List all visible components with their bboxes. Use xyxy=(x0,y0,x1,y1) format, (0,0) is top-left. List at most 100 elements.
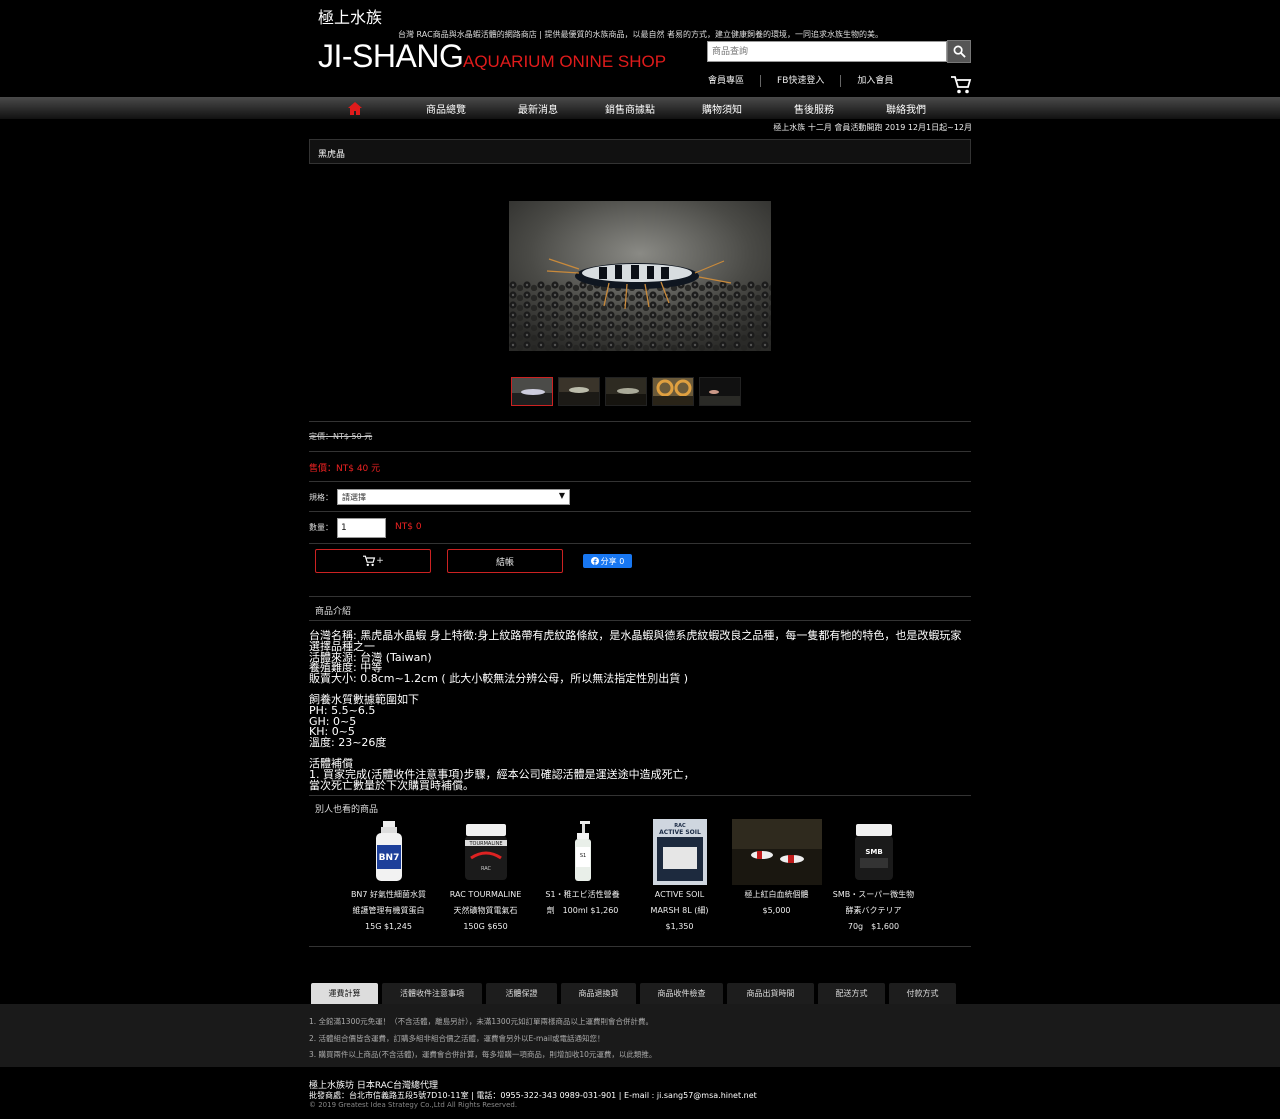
logo-subtitle: AQUARIUM ONINE SHOP xyxy=(463,52,667,71)
desc-paragraph-1: 台灣名稱: 黑虎晶水晶蝦 身上特徵:身上紋路帶有虎紋路條紋，是水晶蝦與德系虎紋蝦… xyxy=(309,629,971,686)
tab-shipping-fee[interactable]: 運費計算 xyxy=(311,983,378,1004)
cart-icon xyxy=(363,555,376,567)
desc-line: 溫度: 23~26度 xyxy=(309,736,387,750)
tab-ship-time[interactable]: 商品出貨時間 xyxy=(727,983,814,1004)
thumbnail-2[interactable] xyxy=(558,377,600,406)
add-to-cart-button[interactable]: + xyxy=(315,549,431,573)
related-price: $1,350 xyxy=(665,922,694,931)
related-price: 劑 100ml $1,260 xyxy=(546,906,619,915)
desc-line: 販賣大小: 0.8cm~1.2cm ( 此大小較無法分辨公母，所以無法指定性別出… xyxy=(309,672,689,686)
search-input[interactable] xyxy=(707,41,947,62)
nav-shopping-guide[interactable]: 購物須知 xyxy=(676,101,768,116)
join-member-link[interactable]: 加入會員 xyxy=(840,75,909,87)
quantity-label: 數量： xyxy=(309,523,333,532)
related-name: 天然礦物質電氣石 xyxy=(453,906,518,915)
tab-delivery[interactable]: 配送方式 xyxy=(818,983,885,1004)
thumbnail-4[interactable] xyxy=(652,377,694,406)
related-name: RAC TOURMALINE xyxy=(449,890,522,899)
desc-line: 當次死亡數量於下次購買時補償。 xyxy=(309,778,474,792)
tab-inspection[interactable]: 商品收件檢查 xyxy=(640,983,723,1004)
related-item[interactable]: RAC ACTIVE SOIL ACTIVE SOIL MARSH 8L (細) … xyxy=(631,819,728,935)
search-icon xyxy=(953,45,966,58)
related-item[interactable]: BN7 BN7 好氣性細菌水質 維護管理有機質蛋白 15G $1,245 xyxy=(340,819,437,935)
divider xyxy=(309,946,971,947)
related-price: $5,000 xyxy=(762,906,791,915)
svg-text:TOURMALINE: TOURMALINE xyxy=(468,841,502,847)
original-price: 定價：NT$ 50 元 xyxy=(309,432,373,441)
svg-text:BN7: BN7 xyxy=(378,853,399,863)
related-name: 極上紅白血統個體 xyxy=(744,890,809,899)
cart-button[interactable] xyxy=(950,75,972,95)
tab-returns[interactable]: 商品退換貨 xyxy=(561,983,636,1004)
nav-products[interactable]: 商品總覽 xyxy=(400,101,492,116)
thumbnail-1[interactable] xyxy=(511,377,553,406)
svg-text:S1: S1 xyxy=(579,853,585,859)
thumbnail-5[interactable] xyxy=(699,377,741,406)
divider xyxy=(309,451,971,452)
product-title-bar: 黑虎晶 xyxy=(309,139,971,164)
related-item[interactable]: SMB SMB・スーパー微生物 酵素バクテリア 70g $1,600 xyxy=(825,819,922,935)
sale-price: 售價：NT$ 40 元 xyxy=(309,464,381,474)
intro-title: 商品介紹 xyxy=(315,607,352,617)
spec-label: 規格： xyxy=(309,493,333,502)
logo-english[interactable]: JI-SHANG xyxy=(318,38,464,75)
member-area-link[interactable]: 會員專區 xyxy=(692,75,760,87)
subtotal: NT$ 0 xyxy=(395,522,422,532)
checkout-button[interactable]: 結帳 xyxy=(447,549,563,573)
nav-home[interactable] xyxy=(310,101,400,115)
related-name: ACTIVE SOIL xyxy=(654,890,705,899)
related-name: SMB・スーパー微生物 xyxy=(832,890,915,899)
spec-select[interactable]: 請選擇 ▼ xyxy=(337,489,570,505)
related-price: 150G $650 xyxy=(463,922,508,931)
divider xyxy=(309,421,971,422)
note-line: 1. 全館滿1300元免運！（不含活體，離島另計），未滿1300元如訂單兩樣商品… xyxy=(309,1017,653,1026)
bn7-bottle-icon: BN7 xyxy=(344,819,434,885)
product-name: 黑虎晶 xyxy=(318,150,346,160)
logo-chinese[interactable]: 極上水族 xyxy=(318,4,382,28)
product-main-image[interactable] xyxy=(509,201,771,351)
related-item[interactable]: 極上紅白血統個體 $5,000 xyxy=(728,819,825,935)
related-name: BN7 好氣性細菌水質 xyxy=(350,890,427,899)
related-item[interactable]: TOURMALINE RAC RAC TOURMALINE 天然礦物質電氣石 15… xyxy=(437,819,534,935)
footer-contact: 批發商處：台北市信義路五段5號7D10-11室 | 電話：0955-322-34… xyxy=(309,1091,757,1100)
search-button[interactable] xyxy=(947,40,971,63)
smb-jar-icon: SMB xyxy=(829,819,919,885)
product-description: 台灣名稱: 黑虎晶水晶蝦 身上特徵:身上紋路帶有虎紋路條紋，是水晶蝦與德系虎紋蝦… xyxy=(309,629,971,801)
main-nav: 商品總覽 最新消息 銷售商據點 購物須知 售後服務 聯絡我們 xyxy=(310,97,952,119)
fb-share-label: 分享 0 xyxy=(600,556,625,566)
footer-copyright: © 2019 Greatest Idea Strategy Co.,Ltd Al… xyxy=(309,1101,518,1109)
divider xyxy=(309,543,971,544)
divider xyxy=(309,511,971,512)
thumbnail-3[interactable] xyxy=(605,377,647,406)
svg-text:ACTIVE SOIL: ACTIVE SOIL xyxy=(659,829,701,836)
related-name: S1・稚エビ活性營養 xyxy=(545,890,620,899)
desc-paragraph-2: 飼養水質數據範圍如下 PH: 5.5~6.5 GH: 0~5 KH: 0~5 溫… xyxy=(309,694,971,750)
site-tagline: 台灣 RAC商品與水晶蝦活體的網路商店 | 提供最優質的水族商品，以最自然 者易… xyxy=(398,30,884,39)
desc-line: 台灣名稱: 黑虎晶水晶蝦 身上特徵:身上紋路帶有虎紋路條紋，是水晶蝦與德系虎紋蝦… xyxy=(309,629,962,653)
nav-contact[interactable]: 聯絡我們 xyxy=(860,101,952,116)
related-price: 15G $1,245 xyxy=(365,922,412,931)
related-title: 別人也看的商品 xyxy=(315,805,379,815)
cart-icon xyxy=(951,76,972,94)
tab-payment[interactable]: 付款方式 xyxy=(889,983,956,1004)
fb-login-link[interactable]: FB快速登入 xyxy=(760,75,840,87)
desc-paragraph-3: 活體補償 1. 買家完成(活體收件注意事項)步驟，經本公司確認活體是運送途中造成… xyxy=(309,758,971,792)
tab-live-guarantee[interactable]: 活體保證 xyxy=(486,983,557,1004)
facebook-icon xyxy=(590,557,599,565)
related-item[interactable]: S1 S1・稚エビ活性營養 劑 100ml $1,260 xyxy=(534,819,631,935)
member-links: 會員專區 FB快速登入 加入會員 xyxy=(692,75,909,87)
chevron-down-icon: ▼ xyxy=(558,491,565,500)
note-line: 2. 活體組合價皆含運費，訂購多組非組合價之活體，運費會另外以E-mail或電話… xyxy=(309,1033,605,1043)
nav-news[interactable]: 最新消息 xyxy=(492,101,584,116)
nav-after-service[interactable]: 售後服務 xyxy=(768,101,860,116)
tab-live-receipt[interactable]: 活體收件注意事項 xyxy=(382,983,482,1004)
home-icon xyxy=(348,101,362,115)
page: 極上水族 台灣 RAC商品與水晶蝦活體的網路商店 | 提供最優質的水族商品，以最… xyxy=(0,0,1280,1119)
active-soil-bag-icon: RAC ACTIVE SOIL xyxy=(635,819,725,885)
s1-dropper-bottle-icon: S1 xyxy=(538,819,628,885)
announcement-marquee[interactable]: 極上水族 十二月 會員活動開跑 2019 12月1日起~12月 xyxy=(700,122,972,133)
note-line: 3. 購買兩件以上商品(不含活體)，運費會合併計算，每多增購一項商品，則增加收1… xyxy=(309,1050,657,1059)
fb-share-button[interactable]: 分享 0 xyxy=(583,554,632,568)
quantity-input[interactable] xyxy=(337,518,386,538)
nav-stores[interactable]: 銷售商據點 xyxy=(584,101,676,116)
